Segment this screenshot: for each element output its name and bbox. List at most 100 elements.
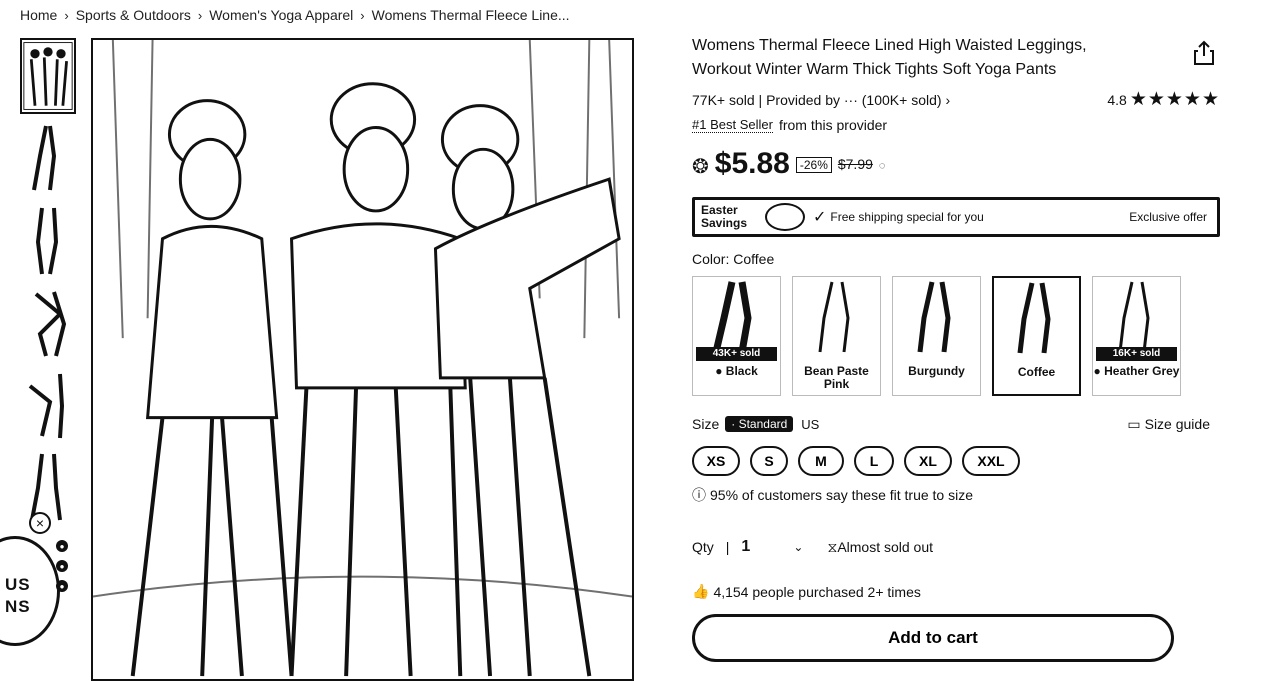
swatch-label: Burgundy bbox=[908, 364, 965, 378]
hourglass-icon: ⧖ bbox=[827, 538, 838, 555]
breadcrumb-yoga-apparel[interactable]: Women's Yoga Apparel bbox=[209, 7, 353, 23]
main-product-image[interactable] bbox=[91, 38, 634, 681]
thumbnail-2[interactable] bbox=[20, 120, 76, 196]
size-options: XS S M L XL XXL bbox=[692, 446, 1220, 476]
stock-note: Almost sold out bbox=[837, 539, 934, 555]
swatch-label-text: Black bbox=[725, 364, 758, 378]
free-shipping-text: Free shipping special for you bbox=[830, 210, 984, 224]
size-guide-link[interactable]: ▭ Size guide bbox=[1127, 416, 1210, 433]
chevron-down-icon[interactable]: ⌄ bbox=[793, 540, 803, 554]
star-icons: ★★★★★ bbox=[1129, 89, 1220, 110]
thumbnail-3[interactable] bbox=[20, 202, 76, 278]
sold-badge: 43K+ sold bbox=[696, 347, 777, 361]
swatch-image bbox=[793, 277, 880, 357]
fit-note-text: 95% of customers say these fit true to s… bbox=[710, 487, 974, 503]
chevron-right-icon: › bbox=[64, 7, 69, 23]
current-price: $5.88 bbox=[714, 147, 790, 180]
swatch-bean-paste-pink[interactable]: Bean Paste Pink bbox=[792, 276, 881, 396]
sales-meta-row: 77K+ sold | Provided by ··· (100K+ sold)… bbox=[692, 90, 1220, 109]
purchased-note: 👍 4,154 people purchased 2+ times bbox=[692, 583, 1220, 600]
color-label: Color: Coffee bbox=[692, 251, 775, 267]
size-standard-toggle[interactable]: · Standard bbox=[725, 416, 794, 432]
thumbnail-strip bbox=[20, 38, 78, 530]
size-option-xxl[interactable]: XXL bbox=[962, 446, 1020, 476]
thumbnail-4[interactable] bbox=[20, 284, 76, 360]
swatch-label: Coffee bbox=[1017, 365, 1056, 379]
breadcrumb: Home › Sports & Outdoors › Women's Yoga … bbox=[20, 7, 570, 23]
size-option-l[interactable]: L bbox=[854, 446, 894, 476]
size-option-xl[interactable]: XL bbox=[904, 446, 952, 476]
thumbnail-1[interactable] bbox=[20, 38, 76, 114]
swatch-image bbox=[893, 277, 980, 357]
divider: | bbox=[725, 539, 730, 555]
thumbnail-5[interactable] bbox=[20, 366, 76, 442]
swatch-coffee[interactable]: Coffee bbox=[992, 276, 1081, 396]
size-standard-text: Standard bbox=[738, 417, 788, 431]
swatch-image bbox=[1093, 277, 1180, 357]
flame-icon: ● bbox=[1093, 364, 1101, 378]
swatch-black[interactable]: 43K+ sold ● Black bbox=[692, 276, 781, 396]
swatch-image bbox=[693, 277, 780, 357]
size-option-xs[interactable]: XS bbox=[692, 446, 740, 476]
promo-badge-line-2: NS bbox=[5, 597, 31, 616]
chevron-right-icon: › bbox=[945, 91, 951, 108]
dot-icon: ● bbox=[56, 540, 68, 552]
dot-icon: ● bbox=[56, 580, 68, 592]
size-label: Size bbox=[692, 416, 720, 432]
best-seller-suffix: from this provider bbox=[778, 117, 888, 133]
purchased-note-text: 4,154 people purchased 2+ times bbox=[713, 583, 921, 600]
qty-row: Qty | 1 ⌄ ⧖ Almost sold out bbox=[692, 538, 1220, 556]
flame-icon: ● bbox=[715, 364, 723, 378]
breadcrumb-sports[interactable]: Sports & Outdoors bbox=[76, 7, 191, 23]
best-seller-tag[interactable]: #1 Best Seller bbox=[692, 117, 773, 133]
swatch-label: ● Black bbox=[715, 365, 758, 378]
chevron-right-icon: › bbox=[197, 7, 203, 23]
swatch-label: ● Heather Grey bbox=[1094, 365, 1180, 378]
easter-savings-label: Easter Savings bbox=[701, 203, 748, 230]
share-icon[interactable] bbox=[1192, 40, 1216, 66]
best-seller-row: #1 Best Seller from this provider bbox=[692, 117, 1220, 133]
qty-label: Qty bbox=[692, 539, 714, 555]
close-icon[interactable]: × bbox=[29, 512, 51, 534]
price-tag-icon: ❂ bbox=[692, 156, 709, 178]
fit-note: ⓘ 95% of customers say these fit true to… bbox=[692, 485, 1220, 505]
sold-badge: 16K+ sold bbox=[1096, 347, 1177, 361]
size-region[interactable]: US bbox=[801, 417, 819, 432]
exclusive-offer-label: Exclusive offer bbox=[1129, 210, 1207, 224]
promo-badge-line-1: US bbox=[5, 575, 31, 594]
product-info-panel: Womens Thermal Fleece Lined High Waisted… bbox=[692, 34, 1220, 662]
chevron-right-icon: › bbox=[360, 7, 365, 23]
promo-banner[interactable]: Easter Savings ✓ Free shipping special f… bbox=[692, 197, 1220, 237]
swatch-label-text: Heather Grey bbox=[1104, 364, 1180, 378]
size-option-m[interactable]: M bbox=[798, 446, 844, 476]
color-swatches: 43K+ sold ● Black Bean Paste Pink Burgun… bbox=[692, 276, 1220, 396]
original-price: $7.99 bbox=[837, 156, 873, 172]
swatch-image bbox=[994, 278, 1079, 358]
info-icon: ⓘ bbox=[692, 487, 706, 503]
product-title: Womens Thermal Fleece Lined High Waisted… bbox=[692, 37, 1087, 78]
breadcrumb-current[interactable]: Womens Thermal Fleece Line... bbox=[372, 7, 570, 23]
size-row: Size · Standard US ▭ Size guide bbox=[692, 416, 1220, 432]
swatch-burgundy[interactable]: Burgundy bbox=[892, 276, 981, 396]
breadcrumb-home[interactable]: Home bbox=[20, 7, 57, 23]
thumbnail-6[interactable] bbox=[20, 448, 76, 524]
swatch-heather-grey[interactable]: 16K+ sold ● Heather Grey bbox=[1092, 276, 1181, 396]
info-icon[interactable]: ◌ bbox=[879, 160, 886, 172]
thumbs-up-icon: 👍 bbox=[692, 583, 710, 599]
size-guide-text: Size guide bbox=[1144, 416, 1210, 432]
egg-icon bbox=[765, 203, 805, 231]
mini-icon-group: ● ● ● bbox=[56, 540, 68, 592]
ruler-icon: ▭ bbox=[1127, 415, 1141, 432]
add-to-cart-button[interactable]: Add to cart bbox=[692, 614, 1174, 662]
sold-provider-link[interactable]: 77K+ sold | Provided by ··· (100K+ sold)… bbox=[692, 92, 950, 108]
rating[interactable]: 4.8 ★★★★★ bbox=[1107, 90, 1220, 109]
promo-badge[interactable]: US NS bbox=[0, 536, 60, 646]
dot-icon: ● bbox=[56, 560, 68, 572]
qty-select[interactable]: 1 bbox=[741, 538, 793, 556]
rating-value: 4.8 bbox=[1107, 91, 1127, 108]
check-icon: ✓ bbox=[813, 209, 827, 226]
size-option-s[interactable]: S bbox=[750, 446, 788, 476]
swatch-label: Bean Paste Pink bbox=[804, 364, 869, 391]
discount-badge: -26% bbox=[795, 157, 832, 173]
price-row: ❂ $5.88 -26% $7.99 ◌ bbox=[692, 147, 1220, 181]
